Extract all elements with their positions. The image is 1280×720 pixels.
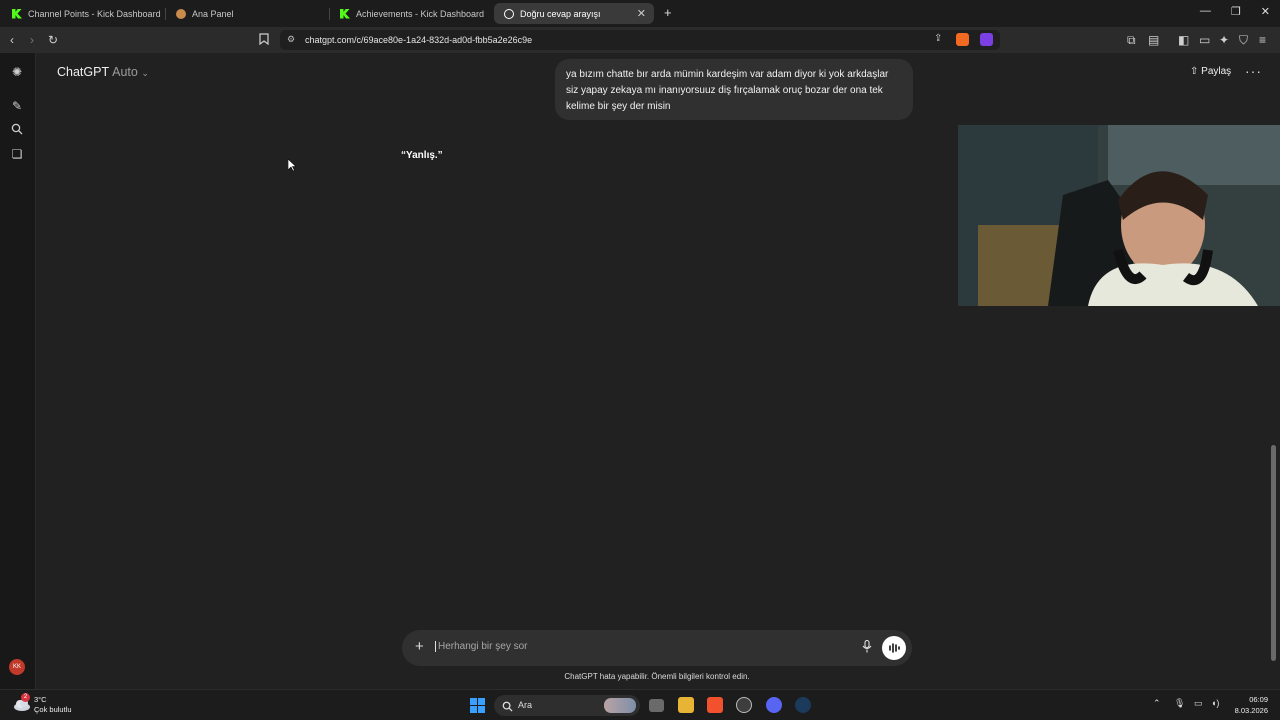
new-tab-plus-icon[interactable]: + bbox=[664, 5, 672, 20]
kick-logo-icon bbox=[340, 8, 350, 19]
close-tab-icon[interactable]: ✕ bbox=[637, 7, 646, 20]
task-view-icon[interactable] bbox=[649, 699, 664, 712]
chevron-down-icon: ⌄ bbox=[141, 68, 149, 78]
chatgpt-page: ✺ ✎ ❏ KK ChatGPT Auto ⌄ ⇧ Paylaş ··· ya b… bbox=[0, 53, 1280, 689]
leo-ai-icon[interactable]: ✦ bbox=[1219, 33, 1229, 47]
voice-waveform-icon bbox=[889, 643, 900, 653]
tab-label: Doğru cevap arayışı bbox=[520, 8, 601, 19]
brave-shields-icon[interactable] bbox=[956, 33, 969, 46]
share-icon: ⇧ bbox=[1190, 66, 1202, 77]
voice-mode-button[interactable] bbox=[882, 636, 906, 660]
reload-icon[interactable]: ↻ bbox=[48, 33, 58, 47]
prompt-input[interactable]: Herhangi bir şey sor bbox=[435, 641, 527, 652]
brave-rewards-icon[interactable] bbox=[980, 33, 993, 46]
file-explorer-icon[interactable] bbox=[678, 697, 694, 713]
browser-tab-strip: Channel Points - Kick Dashboard Ana Pane… bbox=[0, 0, 1280, 27]
vpn-shield-icon[interactable]: ⛉ bbox=[1239, 33, 1248, 47]
search-icon[interactable] bbox=[10, 123, 24, 137]
search-label: Ara bbox=[518, 700, 533, 710]
wallet-icon[interactable]: ▭ bbox=[1199, 33, 1210, 47]
tray-overflow-icon[interactable]: ⌃ bbox=[1153, 698, 1161, 709]
menu-icon[interactable]: ≡ bbox=[1259, 33, 1266, 47]
extensions-icon[interactable]: ⧉ bbox=[1127, 33, 1136, 47]
more-options-icon[interactable]: ··· bbox=[1245, 63, 1262, 79]
share-label: Paylaş bbox=[1201, 66, 1232, 77]
url-text[interactable]: chatgpt.com/c/69ace80e-1a24-832d-ad0d-fb… bbox=[305, 35, 532, 45]
tab-label: Achievements - Kick Dashboard bbox=[356, 8, 485, 19]
back-icon[interactable]: ‹ bbox=[10, 33, 14, 47]
search-icon bbox=[502, 699, 513, 717]
tab-label: Ana Panel bbox=[192, 8, 234, 19]
bookmark-icon[interactable] bbox=[259, 33, 269, 48]
library-icon[interactable]: ❏ bbox=[10, 147, 24, 161]
site-settings-icon[interactable]: ⚙ bbox=[287, 34, 295, 45]
scrollbar[interactable] bbox=[1271, 445, 1276, 661]
model-mode: Auto bbox=[112, 65, 138, 79]
tray-microphone-icon[interactable]: 🎙︎ bbox=[1174, 698, 1185, 709]
chatgpt-logo-icon bbox=[504, 8, 514, 19]
system-clock[interactable]: 06:09 8.03.2026 bbox=[1226, 694, 1268, 716]
close-window-icon[interactable]: ✕ bbox=[1261, 5, 1270, 18]
reading-list-icon[interactable]: ▤ bbox=[1148, 33, 1159, 47]
clock-date: 8.03.2026 bbox=[1234, 706, 1268, 715]
microphone-icon[interactable] bbox=[862, 639, 872, 656]
mouse-cursor-icon bbox=[287, 158, 297, 177]
discord-icon[interactable] bbox=[766, 697, 782, 713]
kick-logo-icon bbox=[12, 8, 22, 19]
windows-start-icon[interactable] bbox=[470, 698, 485, 713]
disclaimer-text: ChatGPT hata yapabilir. Önemli bilgileri… bbox=[564, 672, 750, 681]
volume-icon[interactable]: ◖) bbox=[1211, 698, 1219, 708]
share-button[interactable]: ⇧ Paylaş bbox=[1190, 66, 1231, 77]
weather-condition: Çok bulutlu bbox=[34, 705, 72, 714]
share-page-icon[interactable]: ⇪ bbox=[934, 33, 942, 44]
taskbar-search[interactable]: Ara bbox=[494, 695, 640, 716]
sidebar-rail: ✺ ✎ ❏ KK bbox=[0, 53, 36, 689]
weather-badge: 2 bbox=[21, 693, 30, 702]
assistant-reply: “Yanlış.” bbox=[401, 150, 443, 161]
sidebar-toggle-icon[interactable]: ◧ bbox=[1178, 33, 1189, 47]
model-name: ChatGPT bbox=[57, 65, 110, 79]
chat-composer[interactable]: + Herhangi bir şey sor bbox=[402, 630, 912, 666]
brave-browser-icon[interactable] bbox=[707, 697, 723, 713]
network-icon[interactable]: ▭ bbox=[1194, 698, 1203, 709]
search-highlight-icon bbox=[604, 698, 636, 713]
clock-time: 06:09 bbox=[1249, 695, 1268, 704]
tab-channel-points[interactable]: Channel Points - Kick Dashboard bbox=[2, 3, 166, 24]
address-bar[interactable]: ⚙ chatgpt.com/c/69ace80e-1a24-832d-ad0d-… bbox=[280, 30, 1000, 50]
restore-icon[interactable]: ❐ bbox=[1231, 5, 1241, 18]
chatgpt-logo-icon[interactable]: ✺ bbox=[10, 65, 24, 79]
forward-icon[interactable]: › bbox=[30, 33, 34, 47]
attach-plus-icon[interactable]: + bbox=[415, 638, 424, 655]
browser-toolbar: ‹ › ↻ ⚙ chatgpt.com/c/69ace80e-1a24-832d… bbox=[0, 27, 1280, 53]
steam-icon[interactable] bbox=[795, 697, 811, 713]
tab-label: Channel Points - Kick Dashboard bbox=[28, 8, 161, 19]
new-chat-icon[interactable]: ✎ bbox=[10, 99, 24, 113]
tab-achievements[interactable]: Achievements - Kick Dashboard bbox=[330, 3, 490, 24]
tab-ana-panel[interactable]: Ana Panel bbox=[166, 3, 330, 24]
webcam-overlay bbox=[958, 125, 1280, 306]
temperature: 3°C bbox=[34, 695, 47, 704]
minimize-icon[interactable]: — bbox=[1200, 5, 1211, 18]
model-selector[interactable]: ChatGPT Auto ⌄ bbox=[57, 65, 149, 79]
app-icon[interactable] bbox=[736, 697, 752, 713]
user-message: ya bızım chatte bır arda mümin kardeşim … bbox=[555, 59, 913, 120]
tab-dogru-cevap[interactable]: Doğru cevap arayışı ✕ bbox=[494, 3, 654, 24]
windows-taskbar: 2 3°C Çok bulutlu Ara ⌃ 🎙︎ ▭ ◖) 06:09 8.… bbox=[0, 689, 1280, 720]
user-avatar-icon bbox=[176, 8, 186, 19]
